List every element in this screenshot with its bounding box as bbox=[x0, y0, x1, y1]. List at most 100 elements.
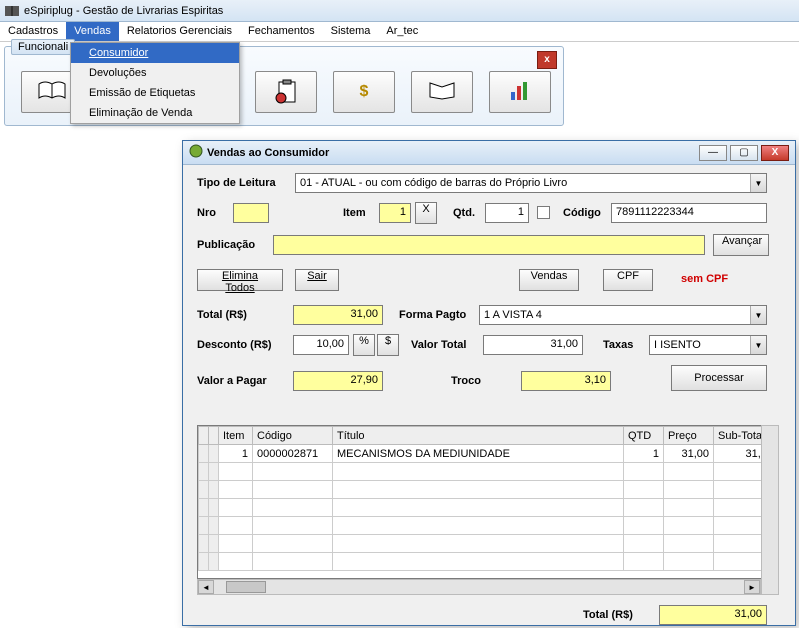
x-button[interactable]: X bbox=[415, 202, 437, 224]
chevron-down-icon: ▼ bbox=[750, 336, 766, 354]
total-rs-input[interactable]: 31,00 bbox=[293, 305, 383, 325]
table-row[interactable] bbox=[199, 535, 778, 553]
open-book-icon bbox=[428, 81, 456, 104]
grid-sel-col bbox=[199, 427, 209, 445]
percent-button[interactable]: % bbox=[353, 334, 375, 356]
dropdown-devolucoes[interactable]: Devoluções bbox=[71, 63, 239, 83]
vendas-consumidor-dialog: Vendas ao Consumidor — ▢ X Tipo de Leitu… bbox=[182, 140, 796, 626]
menubar: Cadastros Vendas Relatorios Gerenciais F… bbox=[0, 22, 799, 42]
menu-vendas[interactable]: Vendas bbox=[66, 22, 119, 41]
col-titulo[interactable]: Título bbox=[333, 427, 624, 445]
itens-grid[interactable]: Item Código Título QTD Preço Sub-Total 1… bbox=[197, 425, 779, 579]
book-icon bbox=[37, 80, 67, 105]
vendas-dropdown: Consumidor Devoluções Emissão de Etiquet… bbox=[70, 42, 240, 124]
total-rs-label: Total (R$) bbox=[197, 309, 247, 321]
footer-total-input[interactable]: 31,00 bbox=[659, 605, 767, 625]
nro-label: Nro bbox=[197, 207, 216, 219]
cell-item: 1 bbox=[219, 445, 253, 463]
dollar-icon: $ bbox=[360, 83, 369, 101]
valor-pagar-input[interactable]: 27,90 bbox=[293, 371, 383, 391]
menu-artec[interactable]: Ar_tec bbox=[378, 22, 426, 41]
grid-sel-col2 bbox=[209, 427, 219, 445]
window-buttons: — ▢ X bbox=[699, 145, 789, 161]
table-row[interactable] bbox=[199, 481, 778, 499]
dialog-icon bbox=[189, 144, 203, 161]
sem-cpf-label: sem CPF bbox=[681, 273, 728, 285]
toolbar-btn-money[interactable]: $ bbox=[333, 71, 395, 113]
codigo-input[interactable]: 7891112223344 bbox=[611, 203, 767, 223]
dropdown-emissao[interactable]: Emissão de Etiquetas bbox=[71, 83, 239, 103]
toolbar-close-button[interactable]: x bbox=[537, 51, 557, 69]
toolbar-btn-chart[interactable] bbox=[489, 71, 551, 113]
dropdown-eliminacao[interactable]: Eliminação de Venda bbox=[71, 103, 239, 123]
item-label: Item bbox=[343, 207, 366, 219]
main-window: eSpiriplug - Gestão de Livrarias Espirit… bbox=[0, 0, 799, 42]
col-qtd[interactable]: QTD bbox=[624, 427, 664, 445]
toolbar-btn-clipboard[interactable] bbox=[255, 71, 317, 113]
valor-total-label: Valor Total bbox=[411, 339, 466, 351]
item-input[interactable]: 1 bbox=[379, 203, 411, 223]
grid-hscroll[interactable]: ◄ ► bbox=[197, 579, 761, 595]
desconto-label: Desconto (R$) bbox=[197, 339, 272, 351]
scroll-left-icon[interactable]: ◄ bbox=[198, 580, 214, 594]
publicacao-label: Publicação bbox=[197, 239, 255, 251]
maximize-button[interactable]: ▢ bbox=[730, 145, 758, 161]
publicacao-input[interactable] bbox=[273, 235, 705, 255]
table-row[interactable] bbox=[199, 463, 778, 481]
dollar-button[interactable]: $ bbox=[377, 334, 399, 356]
table-row[interactable] bbox=[199, 553, 778, 571]
taxas-combo[interactable]: I ISENTO ▼ bbox=[649, 335, 767, 355]
menu-fechamentos[interactable]: Fechamentos bbox=[240, 22, 323, 41]
qtd-input[interactable]: 1 bbox=[485, 203, 529, 223]
forma-pagto-value: 1 A VISTA 4 bbox=[480, 309, 750, 321]
vendas-button[interactable]: Vendas bbox=[519, 269, 579, 291]
troco-input[interactable]: 3,10 bbox=[521, 371, 611, 391]
bar-chart-icon bbox=[509, 80, 531, 105]
clipboard-gear-icon bbox=[273, 78, 299, 107]
nro-input[interactable] bbox=[233, 203, 269, 223]
cell-codigo: 0000002871 bbox=[253, 445, 333, 463]
codigo-label: Código bbox=[563, 207, 601, 219]
qtd-label: Qtd. bbox=[453, 207, 475, 219]
scroll-right-icon[interactable]: ► bbox=[744, 580, 760, 594]
footer-total-label: Total (R$) bbox=[583, 609, 633, 621]
close-button[interactable]: X bbox=[761, 145, 789, 161]
chevron-down-icon: ▼ bbox=[750, 306, 766, 324]
taxas-value: I ISENTO bbox=[650, 339, 750, 351]
elimina-todos-button[interactable]: Elimina Todos bbox=[197, 269, 283, 291]
forma-pagto-combo[interactable]: 1 A VISTA 4 ▼ bbox=[479, 305, 767, 325]
app-title: eSpiriplug - Gestão de Livrarias Espirit… bbox=[24, 5, 223, 17]
troco-label: Troco bbox=[451, 375, 481, 387]
tipo-leitura-value: 01 - ATUAL - ou com código de barras do … bbox=[296, 177, 750, 189]
toolbar-legend: Funcionali bbox=[11, 39, 75, 55]
menu-sistema[interactable]: Sistema bbox=[323, 22, 379, 41]
forma-pagto-label: Forma Pagto bbox=[399, 309, 466, 321]
tipo-leitura-label: Tipo de Leitura bbox=[197, 177, 276, 189]
cell-titulo: MECANISMOS DA MEDIUNIDADE bbox=[333, 445, 624, 463]
menu-relatorios[interactable]: Relatorios Gerenciais bbox=[119, 22, 240, 41]
table-row[interactable]: 1 0000002871 MECANISMOS DA MEDIUNIDADE 1… bbox=[199, 445, 778, 463]
dialog-body: Tipo de Leitura 01 - ATUAL - ou com códi… bbox=[183, 165, 795, 185]
minimize-button[interactable]: — bbox=[699, 145, 727, 161]
qtd-checkbox[interactable] bbox=[537, 206, 550, 219]
processar-button[interactable]: Processar bbox=[671, 365, 767, 391]
dialog-title: Vendas ao Consumidor bbox=[207, 147, 329, 159]
scroll-thumb[interactable] bbox=[226, 581, 266, 593]
desconto-input[interactable]: 10,00 bbox=[293, 335, 349, 355]
table-row[interactable] bbox=[199, 517, 778, 535]
dropdown-consumidor[interactable]: Consumidor bbox=[71, 43, 239, 63]
table-row[interactable] bbox=[199, 499, 778, 517]
sair-button[interactable]: Sair bbox=[295, 269, 339, 291]
grid-vscroll[interactable] bbox=[761, 425, 779, 595]
toolbar-btn-open-book[interactable] bbox=[411, 71, 473, 113]
valor-total-input[interactable]: 31,00 bbox=[483, 335, 583, 355]
tipo-leitura-combo[interactable]: 01 - ATUAL - ou com código de barras do … bbox=[295, 173, 767, 193]
cpf-button[interactable]: CPF bbox=[603, 269, 653, 291]
col-item[interactable]: Item bbox=[219, 427, 253, 445]
cell-preco: 31,00 bbox=[664, 445, 714, 463]
avancar-button[interactable]: Avançar bbox=[713, 234, 769, 256]
col-preco[interactable]: Preço bbox=[664, 427, 714, 445]
chevron-down-icon: ▼ bbox=[750, 174, 766, 192]
col-codigo[interactable]: Código bbox=[253, 427, 333, 445]
app-icon bbox=[4, 3, 20, 19]
